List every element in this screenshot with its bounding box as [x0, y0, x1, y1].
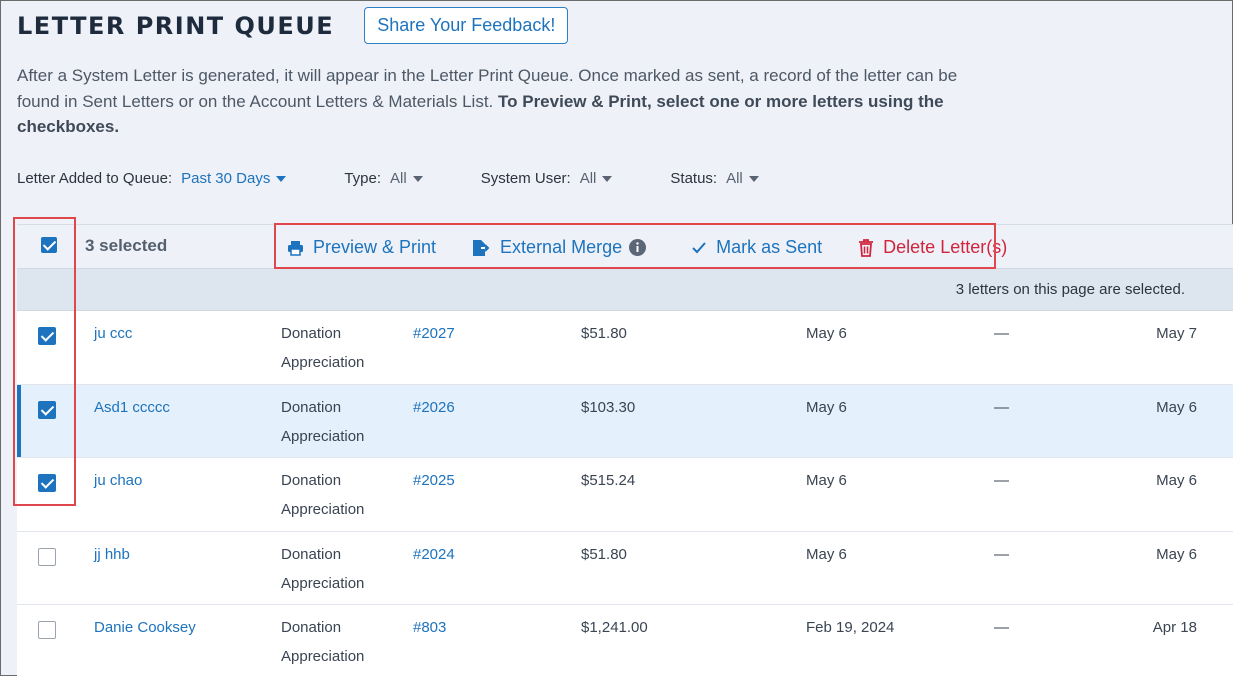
page-header: LETTER PRINT QUEUE Share Your Feedback!	[17, 7, 569, 44]
amount: $103.30	[581, 398, 636, 416]
bulk-actions: Preview & Print External Merge Mark as S…	[287, 237, 1043, 258]
letter-type: Donation Appreciation	[281, 619, 365, 665]
letter-type: Donation Appreciation	[281, 472, 365, 518]
filter-value[interactable]: All	[726, 170, 743, 187]
caret-down-icon[interactable]	[276, 175, 287, 182]
empty-value: —	[994, 398, 1009, 416]
filter-value[interactable]: All	[390, 170, 407, 187]
row-checkbox[interactable]	[38, 621, 56, 639]
printer-icon	[288, 240, 303, 256]
recipient-name-link[interactable]: ju chao	[94, 472, 142, 489]
selection-banner-text: 3 letters on this page are selected.	[955, 281, 1185, 298]
delete-letters-label: Delete Letter(s)	[883, 237, 1008, 257]
mark-as-sent-label: Mark as Sent	[716, 237, 823, 257]
row-checkbox[interactable]	[38, 327, 56, 345]
selected-count: 3 selected	[85, 236, 168, 255]
date: May 6	[806, 325, 847, 342]
letter-number-link[interactable]: #2024	[413, 546, 455, 563]
letter-number-link[interactable]: #2027	[413, 325, 455, 342]
added-date: May 6	[1156, 545, 1197, 563]
amount: $1,241.00	[581, 619, 648, 636]
preview-print-label: Preview & Print	[313, 237, 437, 257]
letter-type: Donation Appreciation	[281, 545, 365, 592]
added-date: May 6	[1156, 398, 1197, 416]
filter-added-to-queue[interactable]: Letter Added to Queue: Past 30 Days	[17, 170, 287, 187]
added-date: May 6	[1156, 472, 1197, 489]
caret-down-icon[interactable]	[748, 175, 759, 182]
date: Feb 19, 2024	[806, 619, 895, 636]
mark-as-sent-button[interactable]: Mark as Sent	[691, 237, 822, 258]
trash-icon	[859, 238, 874, 257]
amount: $515.24	[581, 472, 636, 489]
external-merge-button[interactable]: External Merge	[472, 237, 655, 258]
recipient-name-link[interactable]: Asd1 ccccc	[94, 399, 170, 416]
page-title: LETTER PRINT QUEUE	[17, 11, 335, 40]
date: May 6	[806, 545, 847, 563]
row-checkbox[interactable]	[38, 400, 56, 419]
filter-label: Type:	[344, 170, 382, 187]
checkmark-icon	[692, 241, 706, 253]
caret-down-icon[interactable]	[602, 175, 613, 182]
empty-value: —	[994, 545, 1009, 563]
caret-down-icon[interactable]	[412, 175, 423, 182]
recipient-name-link[interactable]: Danie Cooksey	[94, 619, 196, 636]
selection-banner: 3 letters on this page are selected.	[17, 268, 1233, 311]
file-export-icon	[473, 239, 490, 256]
table-row[interactable]: ju ccc Donation Appreciation #2027 $51.80…	[17, 311, 1233, 385]
letters-table: 3 selected Preview & Print External Merg…	[17, 224, 1233, 676]
table-row[interactable]: ju chao Donation Appreciation #2025 $515.…	[17, 458, 1233, 532]
row-checkbox[interactable]	[38, 474, 56, 492]
select-all-checkbox[interactable]	[41, 237, 57, 253]
amount: $51.80	[581, 325, 627, 342]
external-merge-label: External Merge	[500, 237, 623, 257]
filter-value[interactable]: All	[580, 170, 597, 187]
filter-bar: Letter Added to Queue: Past 30 Days Type…	[17, 170, 817, 187]
filter-label: Status:	[670, 170, 718, 187]
date: May 6	[806, 472, 847, 489]
letter-number-link[interactable]: #2026	[413, 399, 455, 416]
preview-print-button[interactable]: Preview & Print	[287, 237, 436, 258]
amount: $51.80	[581, 545, 627, 563]
share-feedback-button[interactable]: Share Your Feedback!	[364, 7, 569, 44]
table-row[interactable]: Asd1 ccccc Donation Appreciation #2026 $1…	[17, 384, 1233, 458]
delete-letters-button[interactable]: Delete Letter(s)	[858, 237, 1007, 258]
letter-type: Donation Appreciation	[281, 325, 365, 371]
filter-system-user[interactable]: System User: All	[481, 170, 613, 187]
letter-type: Donation Appreciation	[281, 398, 365, 445]
table-row[interactable]: Danie Cooksey Donation Appreciation #803 …	[17, 605, 1233, 676]
page-description: After a System Letter is generated, it w…	[17, 63, 967, 140]
filter-label: System User:	[480, 170, 571, 187]
recipient-name-link[interactable]: jj hhb	[94, 546, 130, 563]
letter-number-link[interactable]: #803	[413, 619, 446, 636]
empty-value: —	[994, 619, 1009, 636]
empty-value: —	[994, 472, 1009, 489]
added-date: Apr 18	[1152, 619, 1197, 636]
filter-type[interactable]: Type: All	[344, 170, 423, 187]
bulk-action-toolbar: 3 selected Preview & Print External Merg…	[17, 224, 1233, 268]
table-row[interactable]: jj hhb Donation Appreciation #2024 $51.80…	[17, 531, 1233, 605]
added-date: May 7	[1156, 325, 1197, 342]
info-icon[interactable]	[629, 239, 647, 256]
letter-number-link[interactable]: #2025	[413, 472, 455, 489]
date: May 6	[806, 398, 847, 416]
row-checkbox[interactable]	[38, 547, 56, 566]
filter-status[interactable]: Status: All	[670, 170, 759, 187]
recipient-name-link[interactable]: ju ccc	[94, 325, 132, 342]
filter-label: Letter Added to Queue:	[17, 170, 173, 187]
empty-value: —	[994, 325, 1009, 342]
filter-value[interactable]: Past 30 Days	[181, 170, 270, 187]
